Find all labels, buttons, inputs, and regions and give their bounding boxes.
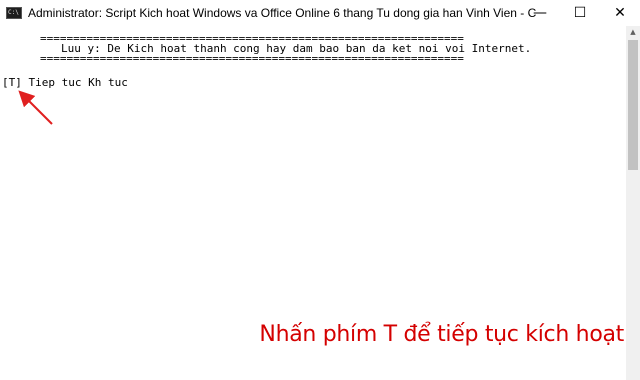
vertical-scrollbar[interactable]: ▲ xyxy=(626,26,640,380)
cmd-icon[interactable]: C:\ xyxy=(6,7,22,19)
minimize-button[interactable]: — xyxy=(520,0,560,26)
window-title: Administrator: Script Kich hoat Windows … xyxy=(28,6,536,20)
separator-bottom: ========================================… xyxy=(40,52,464,65)
console-window: C:\ Administrator: Script Kich hoat Wind… xyxy=(0,0,640,380)
maximize-button[interactable]: ☐ xyxy=(560,0,600,26)
instruction-caption: Nhấn phím T để tiếp tục kích hoạt xyxy=(259,322,624,347)
continue-prompt: [T] Tiep tuc Kh tuc xyxy=(2,76,128,89)
scroll-up-icon[interactable]: ▲ xyxy=(626,26,640,38)
close-button[interactable]: ✕ xyxy=(600,0,640,26)
scrollbar-thumb[interactable] xyxy=(628,40,638,170)
title-bar[interactable]: C:\ Administrator: Script Kich hoat Wind… xyxy=(0,0,640,26)
cmd-icon-text: C:\ xyxy=(8,9,19,16)
window-controls: — ☐ ✕ xyxy=(520,0,640,26)
